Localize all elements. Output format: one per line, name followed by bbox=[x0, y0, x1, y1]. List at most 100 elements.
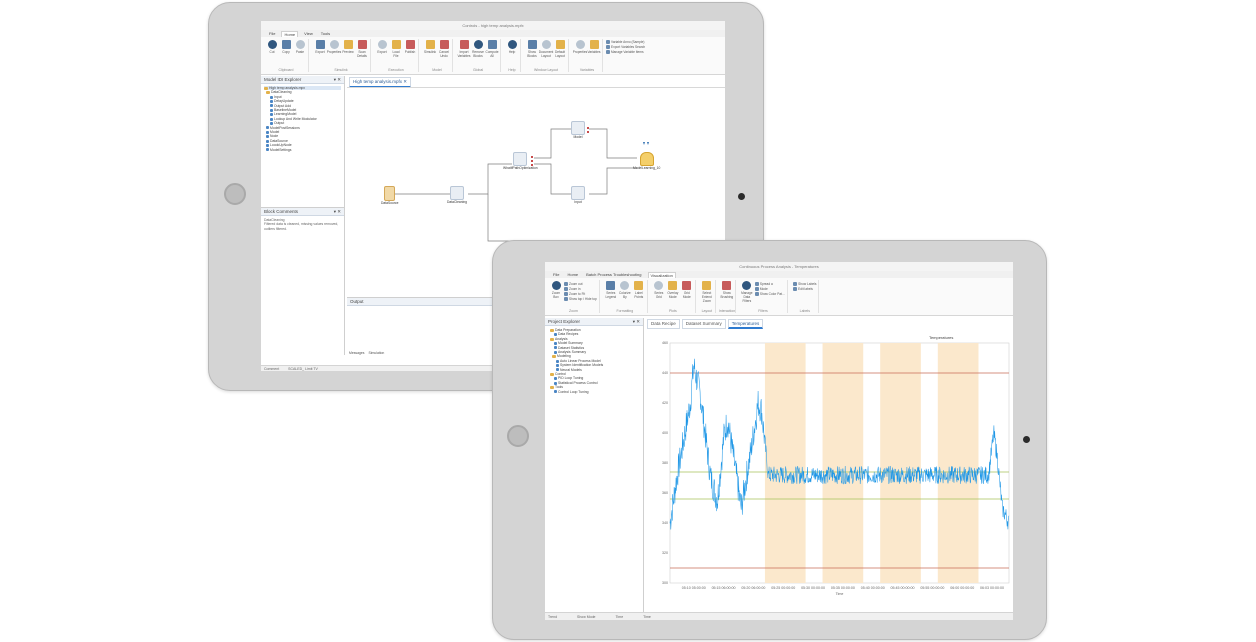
import-variables-button[interactable]: Import Variables bbox=[457, 40, 471, 58]
cancel-undo-button[interactable]: Cancel Undo bbox=[438, 40, 450, 58]
mode-option[interactable]: Mode bbox=[754, 287, 785, 291]
explorer-header: Model IDI Explorer ▾ ✕ bbox=[261, 76, 344, 84]
simulink-button[interactable]: Simulink bbox=[424, 40, 436, 54]
label-points-button[interactable]: Label Points bbox=[633, 281, 645, 299]
zoom-to-fit-option[interactable]: Zoom to Fit bbox=[564, 292, 597, 296]
paste-button[interactable]: Paste bbox=[294, 40, 306, 54]
block-comments-header: Block Comments ▾ ✕ bbox=[261, 208, 344, 216]
default-layout-button[interactable]: Default Layout bbox=[554, 40, 566, 58]
tab-temperatures[interactable]: Temperatures bbox=[727, 319, 764, 329]
series-legend-button[interactable]: Series Legend bbox=[605, 281, 617, 299]
show-blocks-icon bbox=[527, 40, 537, 49]
ribbon: Zoom Box Zoom out Zoom in Zoom to Fit Show t… bbox=[545, 278, 1013, 316]
tab-home[interactable]: Home bbox=[281, 30, 299, 37]
spread-a-option[interactable]: Spread a bbox=[754, 282, 785, 286]
select-extend-zoom-button[interactable]: Select Extend Zoom bbox=[701, 281, 713, 303]
pin-icon[interactable]: ▾ ✕ bbox=[334, 77, 341, 83]
show-labels-option[interactable]: Show Labels bbox=[793, 282, 816, 286]
zoom-in-option[interactable]: Zoom in bbox=[564, 287, 597, 291]
data-source-icon bbox=[384, 186, 396, 201]
export-button[interactable]: Export bbox=[314, 40, 326, 54]
remove-blocks-button[interactable]: Remove Blocks bbox=[472, 40, 484, 58]
node-input[interactable]: Input bbox=[571, 186, 585, 204]
status-field-time[interactable]: Time bbox=[616, 615, 624, 619]
properties-button[interactable]: Properties bbox=[572, 40, 588, 54]
node-model[interactable]: Model bbox=[571, 121, 585, 139]
x-tick-label: 06:00 00:00:00 bbox=[950, 586, 974, 590]
series-grid-button[interactable]: Series Grid bbox=[653, 281, 665, 299]
show-blocks-button[interactable]: Show Blocks bbox=[526, 40, 538, 58]
tab-dataset-summary[interactable]: Dataset Summary bbox=[681, 319, 726, 329]
tab-tools[interactable]: Tools bbox=[319, 31, 332, 36]
tab-file[interactable]: File bbox=[267, 31, 277, 36]
node-label: Input bbox=[574, 200, 582, 204]
scan-details-button[interactable]: Scan Details bbox=[356, 40, 368, 58]
option-label: Export Variables Search bbox=[611, 45, 646, 49]
show-color-pat-option[interactable]: Show Color Pat… bbox=[754, 292, 785, 296]
grid-mode-button[interactable]: Grid Mode bbox=[681, 281, 693, 299]
preview-icon bbox=[343, 40, 353, 49]
export-variables-search-option[interactable]: Export Variables Search bbox=[606, 45, 645, 49]
node-data-source[interactable]: DataSource bbox=[381, 186, 398, 205]
option-label: Edit labels bbox=[798, 287, 813, 291]
variables-button[interactable]: Variables bbox=[587, 40, 601, 54]
tree-item-modelsettings[interactable]: ModelSettings bbox=[264, 148, 341, 152]
variable-anno-sample-option[interactable]: Variable Anno (Sample) bbox=[606, 40, 645, 44]
tab-file[interactable]: File bbox=[551, 272, 561, 277]
pin-icon[interactable]: ▾ ✕ bbox=[633, 319, 640, 325]
option-label: Show Labels bbox=[798, 282, 817, 286]
show-brushing-button[interactable]: Show Brushing bbox=[721, 281, 733, 299]
tab-batch-process-troubleshooting[interactable]: Batch Process Troubleshooting bbox=[584, 272, 643, 277]
group-label: Model bbox=[432, 68, 442, 72]
help-button[interactable]: Help bbox=[506, 40, 518, 54]
zoom-out-option[interactable]: Zoom out bbox=[564, 282, 597, 286]
copy-button[interactable]: Copy bbox=[280, 40, 292, 54]
group-label: Clipboard bbox=[278, 68, 294, 72]
compute-all-button[interactable]: Compute All bbox=[486, 40, 498, 58]
option-label: Show top / Hide top bbox=[569, 297, 597, 301]
zoom-box-button[interactable]: Zoom Box bbox=[550, 281, 562, 299]
load-file-button[interactable]: Load File bbox=[390, 40, 402, 58]
tree-item-control-loop-tuning[interactable]: Control Loop Tuning bbox=[548, 390, 640, 394]
cut-button[interactable]: Cut bbox=[266, 40, 278, 54]
tab-data-recipe[interactable]: Data Recipe bbox=[647, 319, 680, 329]
tab-visualization[interactable]: Visualization bbox=[647, 271, 676, 278]
tree-item-label: Statistical Process Control bbox=[558, 380, 598, 385]
overlay-mode-button[interactable]: Overlay Mode bbox=[667, 281, 679, 299]
manage-variable-items-option[interactable]: Manage Variable Items bbox=[606, 50, 645, 54]
publish-icon bbox=[405, 40, 415, 49]
folder-icon bbox=[550, 372, 554, 376]
tab-home[interactable]: Home bbox=[565, 272, 580, 277]
edit-labels-option[interactable]: Edit labels bbox=[793, 287, 816, 291]
button-label: Document Layout bbox=[538, 50, 554, 58]
export-button[interactable]: Export bbox=[376, 40, 388, 54]
show-top-hide-top-option[interactable]: Show top / Hide top bbox=[564, 297, 597, 301]
button-label: Label Points bbox=[634, 291, 644, 299]
node-modeler[interactable]: WhatIfPathOptimization bbox=[503, 152, 538, 170]
manage-data-filters-button[interactable]: Manage Data Filters bbox=[741, 281, 753, 303]
temperature-chart[interactable]: Temperatures 460 440 420 400 380 360 340 320 300 0… bbox=[646, 331, 1012, 609]
button-label: Properties bbox=[572, 50, 588, 54]
marketing-composite: Controls - high temp analysis.mpfx File H… bbox=[0, 0, 1256, 642]
tab-simulation[interactable]: Simulation bbox=[368, 351, 384, 355]
spread-a-icon bbox=[754, 282, 759, 286]
tab-messages[interactable]: Messages bbox=[349, 351, 364, 355]
document-layout-button[interactable]: Document Layout bbox=[538, 40, 554, 58]
chart-title: Temperatures bbox=[929, 335, 953, 340]
status-field-time[interactable]: Time bbox=[643, 615, 651, 619]
properties-button[interactable]: Properties bbox=[327, 40, 341, 54]
tab-view[interactable]: View bbox=[302, 31, 315, 36]
preview-button[interactable]: Preview bbox=[342, 40, 354, 54]
group-label: Layout bbox=[701, 309, 713, 313]
colorize-by-button[interactable]: Colorize By bbox=[619, 281, 631, 299]
publish-button[interactable]: Publish bbox=[404, 40, 416, 54]
status-field-show-mode[interactable]: Show Mode bbox=[577, 615, 595, 619]
node-data-cleaning[interactable]: DataCleaning bbox=[447, 186, 467, 204]
status-field-trend[interactable]: Trend bbox=[548, 615, 557, 619]
node-sink[interactable]: ModelLearning_10 bbox=[633, 152, 660, 170]
camera-icon bbox=[1023, 436, 1030, 443]
button-label: Help bbox=[508, 50, 516, 54]
status-left: Comment bbox=[264, 367, 280, 371]
close-icon[interactable]: ▾ ✕ bbox=[334, 209, 341, 215]
y-tick-label: 380 bbox=[662, 461, 668, 465]
